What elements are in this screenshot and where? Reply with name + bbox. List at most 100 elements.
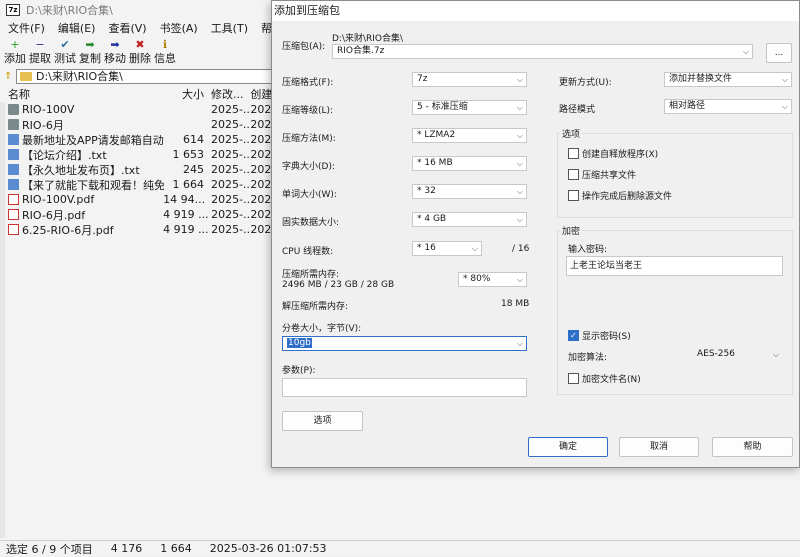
extract-button[interactable]: − 提取 [29, 38, 51, 66]
address-text: D:\来财\RIO合集\ [36, 70, 123, 83]
encryption-method-label: 加密算法: [568, 353, 608, 363]
column-created[interactable]: 创建 [250, 86, 272, 102]
cpu-threads-select[interactable]: * 16 ⌵ [412, 241, 482, 256]
menu-tools[interactable]: 工具(T) [211, 20, 248, 38]
chevron-down-icon: ⌵ [781, 75, 788, 84]
chevron-down-icon: ⌵ [516, 275, 523, 284]
decompress-memory-value: 18 MB [501, 299, 530, 309]
file-list-header: 名称 大小 修改... 创建 [6, 86, 272, 102]
encrypt-filenames-checkbox[interactable]: 加密文件名(N) [568, 372, 641, 385]
address-row: ⇑ D:\来财\RIO合集\ [4, 68, 272, 84]
status-selected-size: 1 664 [160, 542, 192, 555]
toolbar: + 添加 − 提取 ✔ 测试 ➡ 复制 ➡ 移动 ✖ 删除 ℹ 信息 [4, 38, 179, 66]
file-row[interactable]: RIO-6月 2025-... 202 [6, 117, 272, 132]
encryption-method-select[interactable]: AES-256 ⌵ [692, 347, 783, 362]
compress-shared-checkbox[interactable]: 压缩共享文件 [568, 168, 636, 181]
text-file-icon [8, 179, 19, 190]
menu-file[interactable]: 文件(F) [8, 20, 45, 38]
memory-value: 2496 MB / 23 GB / 28 GB [282, 280, 395, 290]
chevron-down-icon: ⌵ [781, 102, 788, 111]
column-size[interactable]: 大小 [164, 86, 208, 102]
file-row[interactable]: RIO-100V 2025-... 202 [6, 102, 272, 117]
parameters-input[interactable] [282, 378, 527, 397]
file-row[interactable]: 6.25-RIO-6月.pdf 4 919 ... 2025-... 202 [6, 222, 272, 237]
parameters-label: 参数(P): [282, 366, 316, 376]
main-title-text: D:\来财\RIO合集\ [26, 4, 113, 17]
password-label: 输入密码: [568, 245, 608, 255]
method-select[interactable]: * LZMA2 ⌵ [412, 128, 527, 143]
file-row[interactable]: RIO-6月.pdf 4 919 ... 2025-... 202 [6, 207, 272, 222]
checkmark-icon: ✓ [568, 330, 579, 341]
file-list: RIO-100V 2025-... 202 RIO-6月 2025-... 20… [6, 102, 272, 237]
status-total-size: 4 176 [110, 542, 143, 555]
word-size-label: 单词大小(W): [282, 190, 337, 200]
method-label: 压缩方法(M): [282, 134, 336, 144]
solid-size-select[interactable]: * 4 GB ⌵ [412, 212, 527, 227]
menu-edit[interactable]: 编辑(E) [58, 20, 96, 38]
test-button[interactable]: ✔ 测试 [54, 38, 76, 66]
folder-icon [20, 71, 32, 81]
update-mode-select[interactable]: 添加并替换文件 ⌵ [664, 72, 792, 87]
delete-x-icon: ✖ [135, 38, 145, 51]
dialog-title: 添加到压缩包 [272, 1, 799, 21]
pdf-file-icon [8, 209, 19, 220]
copy-button[interactable]: ➡ 复制 [79, 38, 101, 66]
format-select[interactable]: 7z ⌵ [412, 72, 527, 87]
split-size-label: 分卷大小，字节(V): [282, 324, 362, 334]
file-row[interactable]: 【论坛介绍】.txt 1 653 2025-... 202 [6, 147, 272, 162]
file-row[interactable]: 【永久地址发布页】.txt 245 2025-... 202 [6, 162, 272, 177]
cpu-threads-total: / 16 [512, 244, 530, 254]
browse-button[interactable]: ... [766, 43, 792, 63]
folder-icon [8, 104, 19, 115]
file-row[interactable]: 【来了就能下载和观看！纯免... 1 664 2025-... 202 [6, 177, 272, 192]
status-bar: 选定 6 / 9 个项目 4 176 1 664 2025-03-26 01:0… [0, 540, 800, 556]
show-password-checkbox[interactable]: ✓ 显示密码(S) [568, 329, 631, 342]
chevron-down-icon: ⌵ [516, 75, 523, 84]
minus-icon: − [35, 38, 45, 51]
level-select[interactable]: 5 - 标准压缩 ⌵ [412, 100, 527, 115]
dictionary-select[interactable]: * 16 MB ⌵ [412, 156, 527, 171]
file-row[interactable]: 最新地址及APP请发邮箱自动... 614 2025-... 202 [6, 132, 272, 147]
column-name[interactable]: 名称 [6, 86, 164, 102]
info-button[interactable]: ℹ 信息 [154, 38, 176, 66]
help-button[interactable]: 帮助 [712, 437, 793, 457]
chevron-down-icon: ⌵ [516, 159, 523, 168]
folder-icon [8, 119, 19, 130]
file-row[interactable]: RIO-100V.pdf 14 94... 2025-... 202 [6, 192, 272, 207]
memory-percent-select[interactable]: * 80% ⌵ [458, 272, 527, 287]
dictionary-label: 字典大小(D): [282, 162, 335, 172]
archive-label: 压缩包(A): [282, 42, 326, 52]
delete-after-checkbox[interactable]: 操作完成后删除源文件 [568, 189, 672, 202]
ok-button[interactable]: 确定 [528, 437, 608, 457]
options-button[interactable]: 选项 [282, 411, 363, 431]
word-size-select[interactable]: * 32 ⌵ [412, 184, 527, 199]
add-to-archive-dialog: 添加到压缩包 压缩包(A): D:\来财\RIO合集\ RIO合集.7z ⌵ .… [271, 0, 800, 468]
status-date: 2025-03-26 01:07:53 [209, 542, 327, 555]
info-icon: ℹ [162, 38, 168, 51]
arrow-right-icon: ➡ [110, 38, 120, 51]
7zip-app-icon: 7z [6, 4, 20, 16]
up-folder-icon[interactable]: ⇑ [4, 71, 16, 82]
chevron-down-icon: ⌵ [772, 350, 779, 359]
password-input[interactable]: 上老王论坛当老王 [566, 256, 783, 276]
column-modified[interactable]: 修改... [208, 86, 250, 102]
pdf-file-icon [8, 194, 19, 205]
encryption-group-title: 加密 [560, 224, 583, 237]
move-button[interactable]: ➡ 移动 [104, 38, 126, 66]
menu-bar: 文件(F) 编辑(E) 查看(V) 书签(A) 工具(T) 帮助(H) [0, 20, 313, 38]
menu-view[interactable]: 查看(V) [108, 20, 146, 38]
address-bar[interactable]: D:\来财\RIO合集\ [16, 68, 272, 84]
create-sfx-checkbox[interactable]: 创建自释放程序(X) [568, 147, 658, 160]
level-label: 压缩等级(L): [282, 106, 334, 116]
pdf-file-icon [8, 224, 19, 235]
archive-name-input[interactable]: RIO合集.7z ⌵ [332, 44, 753, 59]
chevron-down-icon: ⌵ [516, 187, 523, 196]
path-mode-select[interactable]: 相对路径 ⌵ [664, 99, 792, 114]
status-selected: 选定 6 / 9 个项目 [6, 542, 93, 556]
cancel-button[interactable]: 取消 [619, 437, 699, 457]
chevron-down-icon: ⌵ [742, 47, 749, 56]
split-size-input[interactable]: 10gb ⌵ [282, 336, 527, 351]
menu-bookmarks[interactable]: 书签(A) [160, 20, 198, 38]
delete-button[interactable]: ✖ 删除 [129, 38, 151, 66]
add-button[interactable]: + 添加 [4, 38, 26, 66]
